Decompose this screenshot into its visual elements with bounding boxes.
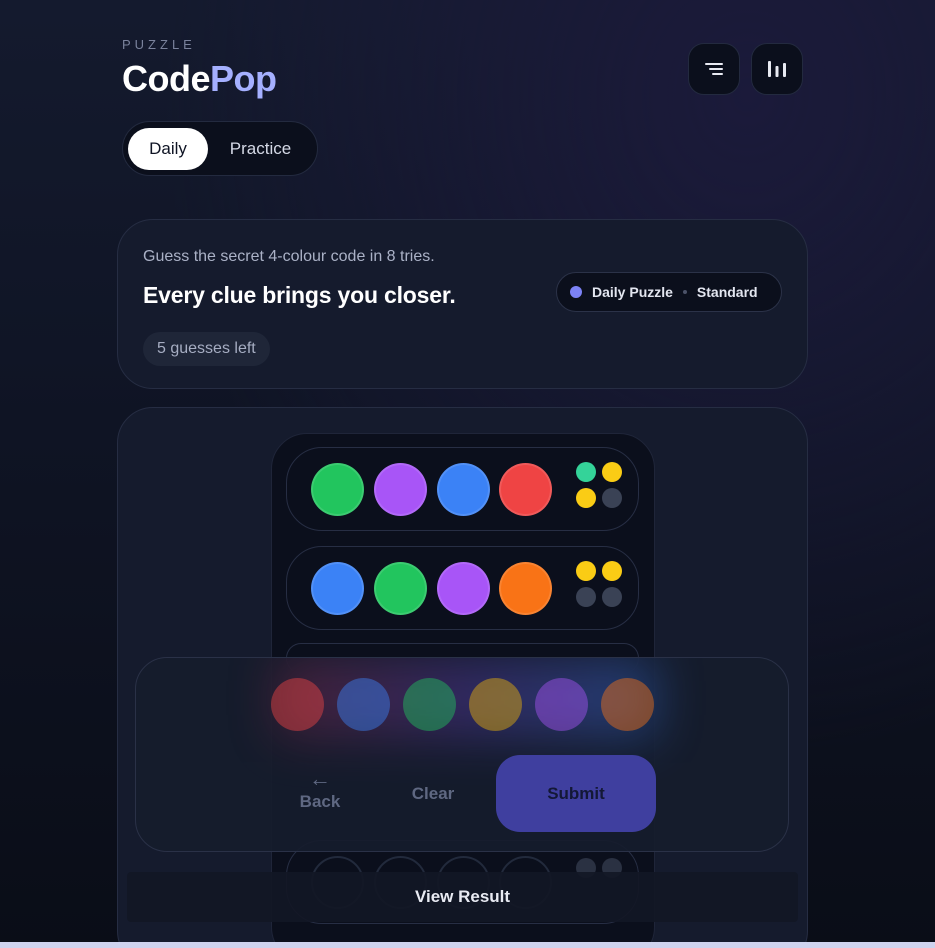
puzzle-headline: Every clue brings you closer.: [143, 282, 456, 308]
palette-glow: [276, 658, 656, 738]
bar-chart-icon: [768, 61, 786, 77]
peg-orange: [499, 562, 552, 615]
swatch-blue[interactable]: [337, 678, 390, 731]
swatch-yellow[interactable]: [469, 678, 522, 731]
back-button[interactable]: ← Back: [286, 766, 354, 812]
peg-red: [499, 463, 552, 516]
hint-exact: [576, 462, 596, 482]
colour-palette-panel: ← Back Clear Submit: [135, 657, 789, 852]
peg-purple: [437, 562, 490, 615]
tab-practice[interactable]: Practice: [213, 128, 308, 170]
submit-button[interactable]: Submit: [496, 755, 656, 832]
guess-row: [286, 546, 639, 630]
hint-color: [602, 462, 622, 482]
mode-label: Daily Puzzle: [592, 284, 673, 300]
back-label: Back: [299, 792, 341, 811]
hint-empty: [576, 587, 596, 607]
peg-blue: [437, 463, 490, 516]
mode-tabs: Daily Practice: [122, 121, 318, 176]
mode-dot-icon: [570, 286, 582, 298]
view-result-button[interactable]: View Result: [127, 872, 798, 922]
puzzle-info-card: Guess the secret 4-colour code in 8 trie…: [117, 219, 808, 389]
peg-green: [311, 463, 364, 516]
tab-daily[interactable]: Daily: [128, 128, 208, 170]
menu-icon: [705, 63, 723, 75]
peg-blue: [311, 562, 364, 615]
hint-color: [576, 488, 596, 508]
menu-button[interactable]: [688, 43, 740, 95]
bottom-edge: [0, 942, 935, 948]
swatch-orange[interactable]: [601, 678, 654, 731]
swatch-purple[interactable]: [535, 678, 588, 731]
hint-color: [576, 561, 596, 581]
stats-button[interactable]: [751, 43, 803, 95]
clear-button[interactable]: Clear: [396, 784, 470, 804]
guesses-left-badge: 5 guesses left: [143, 332, 270, 366]
back-arrow-icon: ←: [309, 766, 331, 791]
peg-purple: [374, 463, 427, 516]
hint-color: [602, 561, 622, 581]
separator-dot: [682, 290, 687, 294]
hint-empty: [602, 587, 622, 607]
swatch-red[interactable]: [271, 678, 324, 731]
swatch-green[interactable]: [403, 678, 456, 731]
difficulty-label: Standard: [696, 284, 758, 300]
puzzle-subtitle: Guess the secret 4-colour code in 8 trie…: [143, 248, 435, 265]
guess-row: [286, 447, 639, 531]
brand-part-pop: Pop: [210, 58, 277, 99]
puzzle-mode-pill: Daily Puzzle Standard: [556, 272, 782, 312]
peg-green: [374, 562, 427, 615]
app-brand: CodePop: [122, 58, 277, 100]
hint-empty: [602, 488, 622, 508]
page-eyebrow: PUZZLE: [122, 37, 196, 52]
brand-part-code: Code: [122, 58, 211, 99]
